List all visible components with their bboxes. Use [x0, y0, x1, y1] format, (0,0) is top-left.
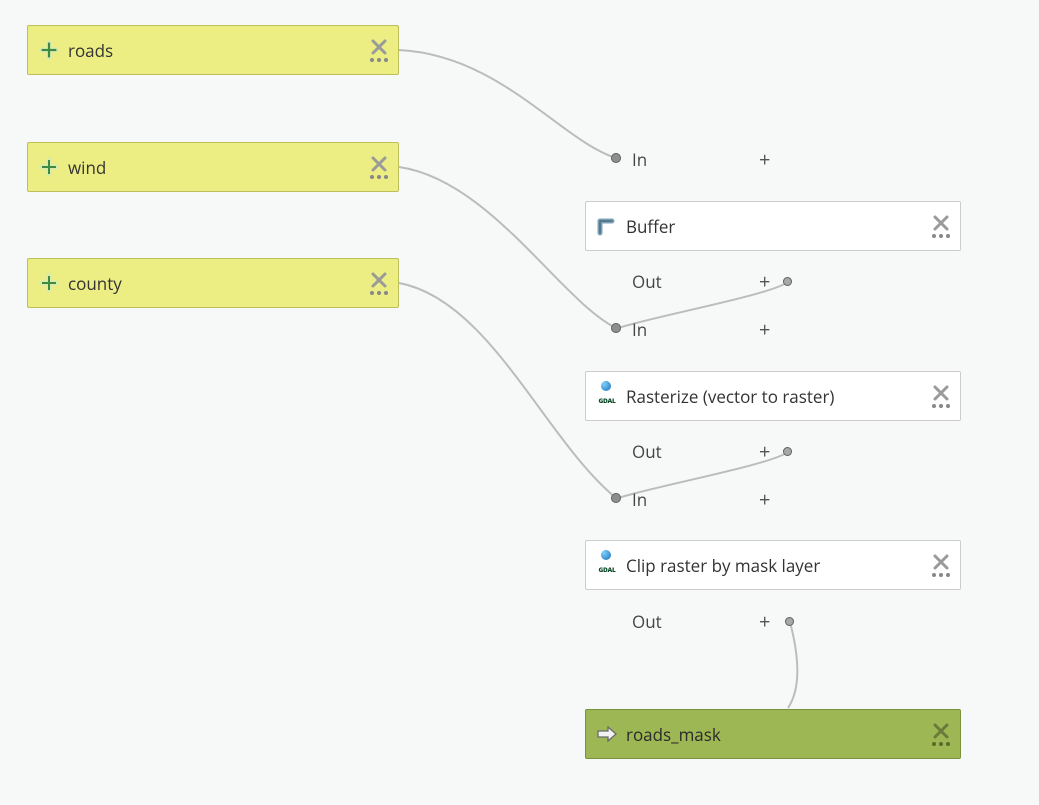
more-icon[interactable] [370, 175, 388, 179]
algorithm-node-buffer[interactable]: Buffer [585, 201, 961, 251]
close-icon[interactable] [932, 214, 950, 232]
more-icon[interactable] [370, 58, 388, 62]
add-in-port-button[interactable]: + [759, 316, 770, 343]
close-icon[interactable] [370, 155, 388, 173]
close-icon[interactable] [370, 271, 388, 289]
more-icon[interactable] [932, 742, 950, 746]
in-port[interactable] [611, 323, 621, 333]
gdal-icon: GDAL [596, 381, 618, 411]
close-icon[interactable] [932, 553, 950, 571]
gdal-icon: GDAL [596, 550, 618, 580]
more-icon[interactable] [932, 234, 950, 238]
arrow-icon [596, 723, 618, 745]
close-icon[interactable] [932, 384, 950, 402]
plus-icon [38, 39, 60, 61]
out-port[interactable] [783, 277, 792, 286]
input-node-roads[interactable]: roads [27, 25, 399, 75]
algorithm-node-rasterize[interactable]: GDAL Rasterize (vector to raster) [585, 371, 961, 421]
input-label: roads [68, 39, 362, 62]
out-port[interactable] [785, 617, 794, 626]
add-out-port-button[interactable]: + [759, 438, 770, 465]
algorithm-node-clip[interactable]: GDAL Clip raster by mask layer [585, 540, 961, 590]
add-out-port-button[interactable]: + [759, 268, 770, 295]
more-icon[interactable] [932, 573, 950, 577]
model-canvas[interactable]: roads wind county [0, 0, 1039, 805]
more-icon[interactable] [370, 291, 388, 295]
input-label: wind [68, 156, 362, 179]
out-port-label: Out [632, 440, 662, 463]
input-node-wind[interactable]: wind [27, 142, 399, 192]
buffer-icon [596, 215, 618, 237]
algorithm-label: Buffer [626, 215, 924, 238]
in-port-label: In [632, 148, 647, 171]
input-node-county[interactable]: county [27, 258, 399, 308]
in-port[interactable] [611, 493, 621, 503]
out-port-label: Out [632, 270, 662, 293]
add-out-port-button[interactable]: + [759, 608, 770, 635]
in-port-label: In [632, 488, 647, 511]
output-node-roads-mask[interactable]: roads_mask [585, 709, 961, 759]
add-in-port-button[interactable]: + [759, 146, 770, 173]
close-icon[interactable] [370, 38, 388, 56]
out-port[interactable] [783, 447, 792, 456]
in-port[interactable] [611, 153, 621, 163]
in-port-label: In [632, 318, 647, 341]
algorithm-label: Rasterize (vector to raster) [626, 385, 924, 408]
input-label: county [68, 272, 362, 295]
plus-icon [38, 272, 60, 294]
close-icon[interactable] [932, 722, 950, 740]
output-label: roads_mask [626, 723, 924, 746]
more-icon[interactable] [932, 404, 950, 408]
add-in-port-button[interactable]: + [759, 486, 770, 513]
out-port-label: Out [632, 610, 662, 633]
plus-icon [38, 156, 60, 178]
algorithm-label: Clip raster by mask layer [626, 554, 924, 577]
